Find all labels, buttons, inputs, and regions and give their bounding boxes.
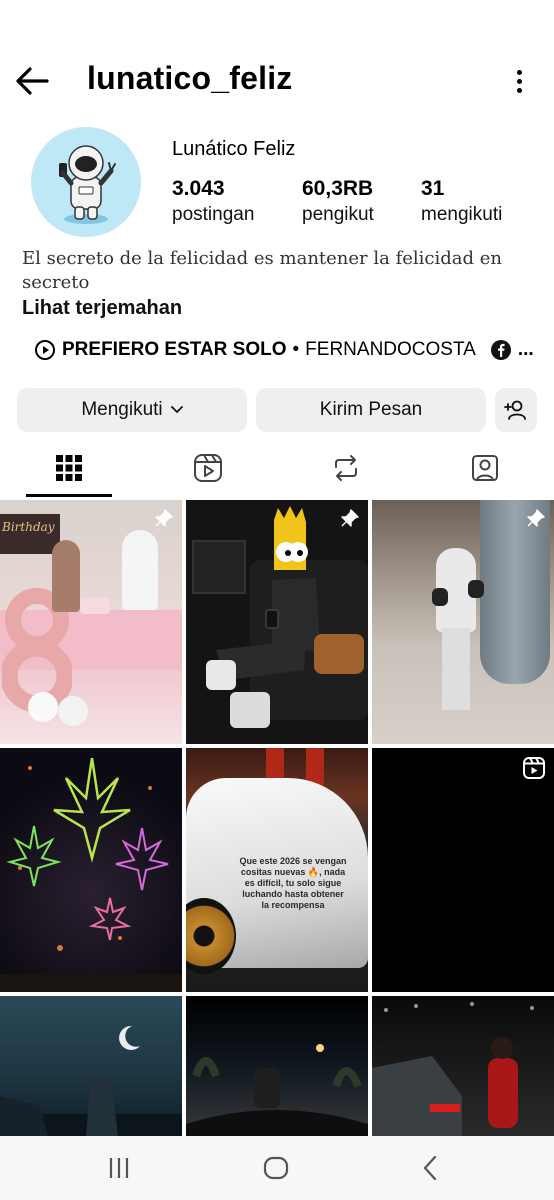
- tagged-icon: [472, 455, 498, 481]
- following-button[interactable]: Mengikuti: [17, 388, 247, 432]
- music-more[interactable]: ...: [518, 339, 534, 361]
- pin-icon: [524, 508, 546, 535]
- see-translation-link[interactable]: Lihat terjemahan: [22, 297, 182, 320]
- add-person-icon: [504, 399, 528, 421]
- following-label: Mengikuti: [81, 399, 163, 420]
- car-night-image: [372, 1002, 534, 1136]
- active-tab-indicator: [26, 494, 112, 497]
- followers-count[interactable]: 60,3RB pengikut: [302, 176, 374, 228]
- post-tile[interactable]: [0, 748, 182, 992]
- post-tile[interactable]: Birthday: [0, 500, 182, 744]
- reposts-icon: [335, 455, 357, 481]
- balloon: [28, 692, 58, 722]
- chevron-down-icon: [170, 406, 183, 414]
- pin-icon: [152, 508, 174, 535]
- post-tile[interactable]: [372, 996, 554, 1136]
- birthday-text: Birthday: [2, 520, 55, 534]
- music-title: PREFIERO ESTAR SOLO: [62, 339, 287, 360]
- facebook-icon[interactable]: [490, 339, 512, 361]
- profile-bio: El secreto de la felicidad es mantener l…: [22, 248, 502, 293]
- posts-grid: Birthday Que este 2026 se vengan cositas…: [0, 500, 554, 1136]
- tab-posts-grid[interactable]: [13, 440, 125, 496]
- cartoon-character-image: [206, 506, 364, 728]
- boxing-glove: [432, 588, 448, 606]
- stat-value: 31: [421, 177, 445, 200]
- grid-icon: [56, 455, 82, 481]
- balloon: [58, 696, 88, 726]
- post-tile[interactable]: [186, 500, 368, 744]
- post-tile[interactable]: [186, 996, 368, 1136]
- stat-label: postingan: [172, 204, 255, 225]
- astronaut-avatar-image: [59, 145, 116, 224]
- profile-avatar[interactable]: [31, 127, 141, 237]
- stat-label: pengikut: [302, 204, 374, 225]
- post-tile[interactable]: [372, 748, 554, 992]
- post-tile[interactable]: [0, 996, 182, 1136]
- profile-music[interactable]: PREFIERO ESTAR SOLO • FERNANDOCOSTA ...: [34, 336, 534, 364]
- profile-display-name: Lunático Feliz: [172, 138, 296, 160]
- play-circle-icon: [34, 339, 56, 361]
- message-label: Kirim Pesan: [319, 399, 423, 420]
- profile-tabs: [0, 440, 554, 498]
- suggested-users-button[interactable]: [495, 388, 537, 432]
- following-count[interactable]: 31 mengikuti: [421, 176, 502, 228]
- music-separator: •: [292, 339, 300, 360]
- stat-value: 3.043: [172, 177, 225, 200]
- stat-label: mengikuti: [421, 204, 503, 225]
- profile-username: lunatico_feliz: [87, 60, 293, 96]
- post-caption-overlay: Que este 2026 se vengan cositas nuevas 🔥…: [239, 856, 347, 910]
- system-navigation-bar: [0, 1136, 554, 1200]
- cake: [80, 598, 110, 614]
- pin-icon: [338, 508, 360, 535]
- posts-count[interactable]: 3.043 postingan: [172, 176, 254, 228]
- tab-reposts[interactable]: [290, 440, 402, 496]
- back-nav-icon[interactable]: [410, 1150, 450, 1186]
- more-options-icon[interactable]: [514, 66, 524, 96]
- post-tile[interactable]: [372, 500, 554, 744]
- message-button[interactable]: Kirim Pesan: [256, 388, 486, 432]
- person-silhouette: [122, 530, 158, 610]
- top-bar: lunatico_feliz: [0, 50, 554, 112]
- moon-night-image: [0, 1025, 182, 1136]
- reels-icon: [194, 454, 222, 482]
- tab-tagged[interactable]: [429, 440, 541, 496]
- back-arrow-icon[interactable]: [14, 64, 50, 98]
- stat-value: 60,3RB: [302, 177, 374, 200]
- person-silhouette: [52, 540, 80, 612]
- reel-indicator-icon: [522, 756, 546, 785]
- recent-apps-icon[interactable]: [99, 1150, 139, 1186]
- home-icon[interactable]: [256, 1150, 296, 1186]
- street-night-image: [186, 1044, 368, 1136]
- music-artist: FERNANDOCOSTA: [305, 339, 476, 360]
- tab-reels[interactable]: [152, 440, 264, 496]
- child-legs: [442, 628, 470, 710]
- post-tile[interactable]: Que este 2026 se vengan cositas nuevas 🔥…: [186, 748, 368, 992]
- boxing-glove: [468, 580, 484, 598]
- fireworks-image: [0, 757, 182, 992]
